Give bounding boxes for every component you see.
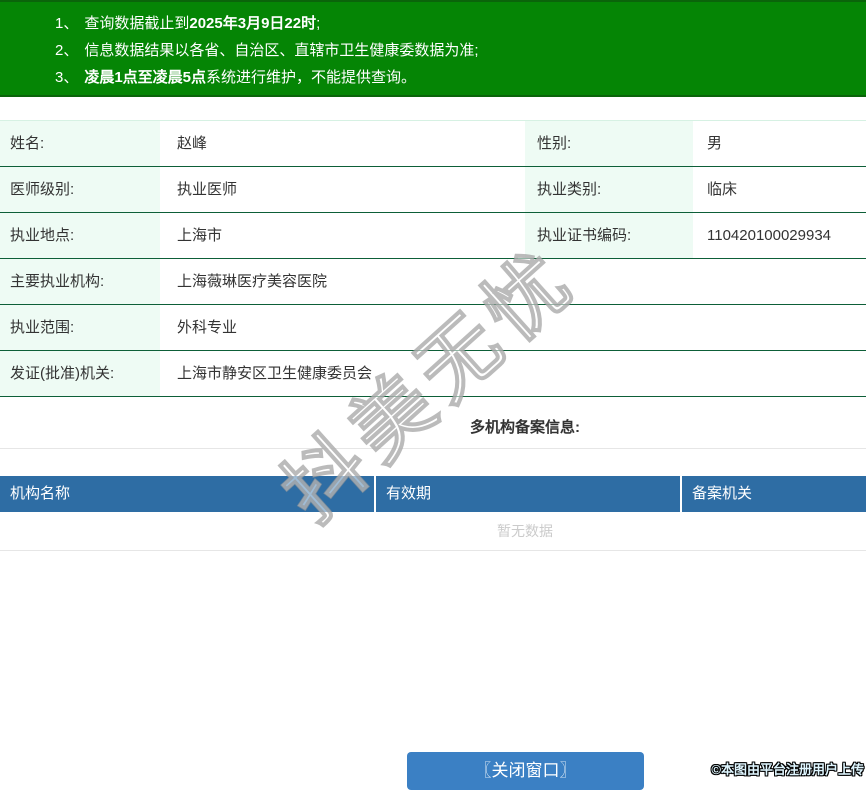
table-row-main-institution: 主要执业机构: 上海薇琳医疗美容医院 — [0, 259, 866, 305]
physician-result-panel: 姓名: 赵峰 性别: 男 医师级别: 执业医师 执业类别: 临床 执业地点: 上… — [0, 120, 866, 551]
name-value: 赵峰 — [177, 135, 208, 152]
table-row-name-gender: 姓名: 赵峰 性别: 男 — [0, 121, 866, 167]
close-window-button[interactable]: 〖关闭窗口〗 — [407, 752, 644, 790]
practice-location-value: 上海市 — [177, 227, 223, 244]
doctor-level-label: 医师级别: — [0, 167, 160, 212]
filing-table-header: 机构名称 有效期 备案机关 — [0, 476, 866, 512]
notice-text-bold: 凌晨1点至凌晨5点 — [84, 69, 207, 86]
table-row-practice-scope: 执业范围: 外科专业 — [0, 305, 866, 351]
table-row-issuing-authority: 发证(批准)机关: 上海市静安区卫生健康委员会 — [0, 351, 866, 397]
divider — [0, 448, 866, 449]
issuing-authority-label: 发证(批准)机关: — [0, 351, 160, 396]
table-row-level-category: 医师级别: 执业医师 执业类别: 临床 — [0, 167, 866, 213]
table-row-location-license: 执业地点: 上海市 执业证书编码: 110420100029934 — [0, 213, 866, 259]
notice-line-2: 2、 信息数据结果以各省、自治区、直辖市卫生健康委数据为准; — [55, 37, 856, 64]
gender-value: 男 — [707, 135, 723, 152]
practice-scope-label: 执业范围: — [0, 305, 160, 350]
notice-text: 查询数据截止到 — [84, 15, 190, 32]
practice-category-label: 执业类别: — [525, 167, 693, 212]
issuing-authority-value: 上海市静安区卫生健康委员会 — [177, 365, 373, 382]
multi-institution-filing-title: 多机构备案信息: — [470, 419, 580, 436]
column-header-validity-period: 有效期 — [376, 476, 682, 512]
physician-info-table: 姓名: 赵峰 性别: 男 医师级别: 执业医师 执业类别: 临床 执业地点: 上… — [0, 120, 866, 397]
divider — [0, 550, 866, 551]
column-header-filing-authority: 备案机关 — [692, 485, 753, 502]
notice-text: ; — [316, 15, 321, 32]
notice-line-3: 3、 凌晨1点至凌晨5点系统进行维护，不能提供查询。 — [55, 64, 856, 91]
notice-number: 3、 — [55, 69, 79, 86]
notice-number: 2、 — [55, 42, 79, 59]
main-institution-label: 主要执业机构: — [0, 259, 160, 304]
practice-location-label: 执业地点: — [0, 213, 160, 258]
notice-text: 信息数据结果以各省、自治区、直辖市卫生健康委数据为准; — [84, 42, 479, 59]
image-credit-stamp: ©本图由平台注册用户上传 — [711, 762, 864, 777]
gender-label: 性别: — [525, 121, 693, 166]
notice-number: 1、 — [55, 15, 79, 32]
practice-category-value: 临床 — [707, 181, 738, 198]
no-data-placeholder: 暂无数据 — [497, 523, 553, 539]
column-header-institution-name: 机构名称 — [0, 476, 376, 512]
name-label: 姓名: — [0, 121, 160, 166]
main-institution-value: 上海薇琳医疗美容医院 — [177, 273, 328, 290]
practice-scope-value: 外科专业 — [177, 319, 238, 336]
notice-line-1: 1、 查询数据截止到2025年3月9日22时; — [55, 10, 856, 37]
license-number-label: 执业证书编码: — [525, 213, 693, 258]
notice-text: 系统进行维护，不能提供查询。 — [206, 69, 417, 86]
notice-text-bold: 2025年3月9日22时 — [189, 15, 317, 32]
notice-banner: 1、 查询数据截止到2025年3月9日22时; 2、 信息数据结果以各省、自治区、直… — [0, 0, 866, 97]
license-number-value: 110420100029934 — [707, 227, 832, 244]
doctor-level-value: 执业医师 — [177, 181, 238, 198]
